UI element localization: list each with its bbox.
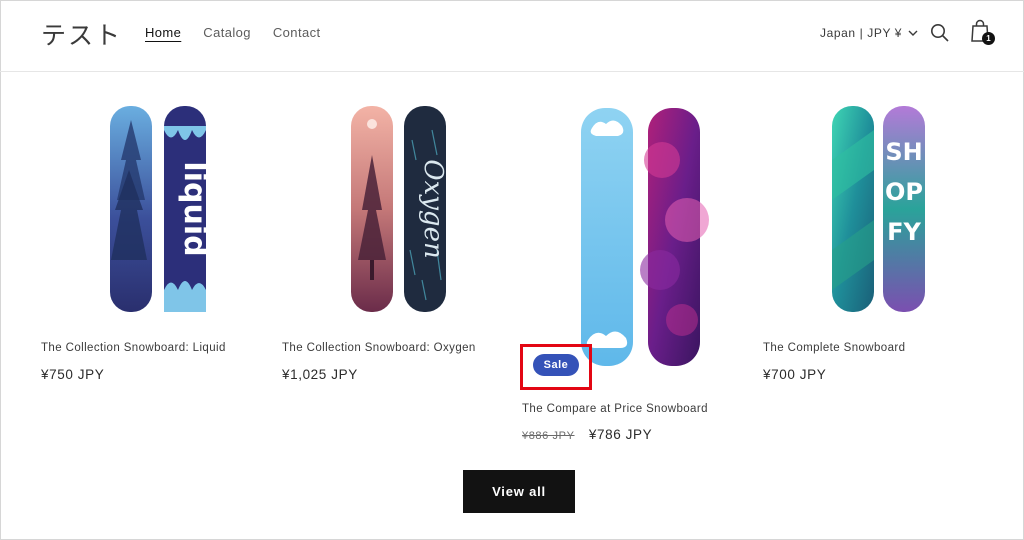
product-image[interactable]: SH OP FY [763, 100, 993, 320]
site-header: テスト Home Catalog Contact Japan | JPY ¥ 1 [0, 0, 1024, 72]
main-nav: Home Catalog Contact [145, 25, 321, 40]
product-price: ¥700 JPY [763, 367, 826, 382]
complete-board-lettering-2: OP [885, 178, 923, 206]
snowboard-liquid-image: liquid [110, 106, 212, 312]
store-logo[interactable]: テスト [41, 16, 122, 52]
product-title[interactable]: The Collection Snowboard: Liquid [41, 342, 226, 354]
product-price: ¥1,025 JPY [282, 367, 358, 382]
price-value: ¥700 JPY [763, 367, 827, 382]
snowboard-oxygen-image: Oxygen [351, 106, 448, 312]
product-title[interactable]: The Collection Snowboard: Oxygen [282, 342, 476, 354]
locale-selector[interactable]: Japan | JPY ¥ [820, 26, 918, 40]
complete-board-lettering-1: SH [885, 138, 922, 166]
product-title[interactable]: The Complete Snowboard [763, 342, 905, 354]
product-title[interactable]: The Compare at Price Snowboard [522, 403, 708, 415]
nav-catalog[interactable]: Catalog [203, 25, 251, 40]
product-image[interactable] [522, 100, 752, 366]
nav-contact[interactable]: Contact [273, 25, 321, 40]
oxygen-board-lettering: Oxygen [418, 159, 448, 258]
product-price: ¥886 JPY ¥786 JPY [522, 427, 652, 442]
nav-home[interactable]: Home [145, 25, 181, 40]
search-icon [931, 24, 949, 42]
search-button[interactable] [930, 23, 950, 43]
liquid-board-lettering: liquid [177, 161, 212, 256]
snowboard-compare-image [581, 108, 709, 366]
price-value: ¥750 JPY [41, 367, 105, 382]
price-value: ¥1,025 JPY [282, 367, 358, 382]
cart-button[interactable]: 1 [970, 19, 995, 45]
product-image[interactable]: Oxygen [282, 100, 512, 320]
compare-at-price: ¥886 JPY [522, 430, 575, 442]
locale-label: Japan | JPY ¥ [820, 26, 903, 40]
complete-board-lettering-3: FY [887, 218, 921, 246]
snowboard-complete-image: SH OP FY [832, 106, 925, 312]
sale-price: ¥786 JPY [588, 427, 653, 442]
product-image[interactable]: liquid [41, 100, 271, 320]
cart-count-badge: 1 [982, 32, 995, 45]
view-all-button[interactable]: View all [463, 470, 575, 513]
sale-badge: Sale [533, 354, 579, 376]
chevron-down-icon [908, 30, 918, 36]
product-price: ¥750 JPY [41, 367, 104, 382]
